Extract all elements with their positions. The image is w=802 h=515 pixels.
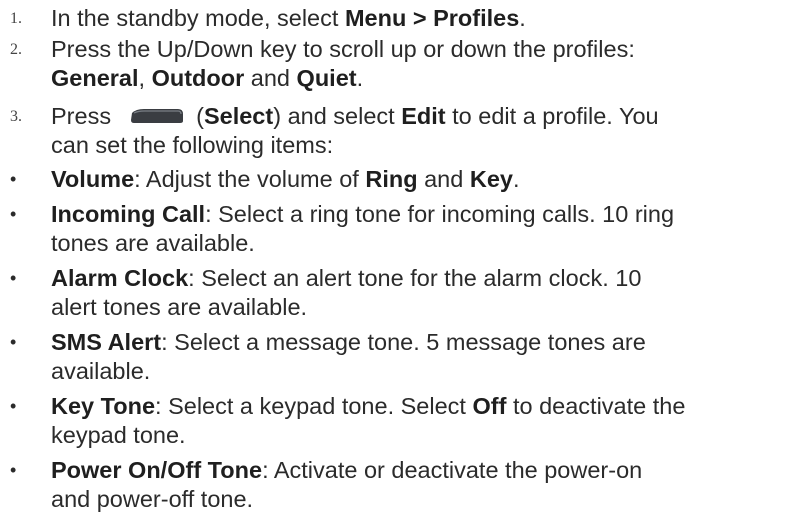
bullet-icon: • — [10, 268, 17, 288]
bullet-icon: • — [10, 332, 17, 352]
step-text: General, Outdoor and Quiet. — [51, 65, 364, 91]
step-text: Press (Select) and select Edit to edit a… — [51, 103, 659, 129]
profiles-instructions: 1. In the standby mode, select Menu > Pr… — [0, 0, 802, 515]
step-text: can set the following items: — [51, 132, 334, 158]
bullet-icon: • — [10, 204, 17, 224]
item-text: Power On/Off Tone: Activate or deactivat… — [51, 457, 643, 483]
step-number: 2. — [10, 41, 22, 58]
item-text: Incoming Call: Select a ring tone for in… — [51, 201, 675, 227]
item-text: alert tones are available. — [51, 294, 308, 320]
item-text: tones are available. — [51, 230, 255, 256]
item-text: and power-off tone. — [51, 486, 254, 512]
item-text: Alarm Clock: Select an alert tone for th… — [51, 265, 642, 291]
step-number: 1. — [10, 10, 22, 27]
bullet-icon: • — [10, 169, 17, 189]
item-text: SMS Alert: Select a message tone. 5 mess… — [51, 329, 646, 355]
item-text: Key Tone: Select a keypad tone. Select O… — [51, 393, 686, 419]
bullet-icon: • — [10, 460, 17, 480]
bullet-icon: • — [10, 396, 17, 416]
item-text: Volume: Adjust the volume of Ring and Ke… — [51, 166, 520, 192]
step-text: Press the Up/Down key to scroll up or do… — [51, 36, 635, 62]
step-text: In the standby mode, select Menu > Profi… — [51, 5, 526, 31]
step-number: 3. — [10, 108, 22, 125]
select-softkey-icon — [130, 108, 184, 124]
item-text: available. — [51, 358, 151, 384]
item-text: keypad tone. — [51, 422, 186, 448]
